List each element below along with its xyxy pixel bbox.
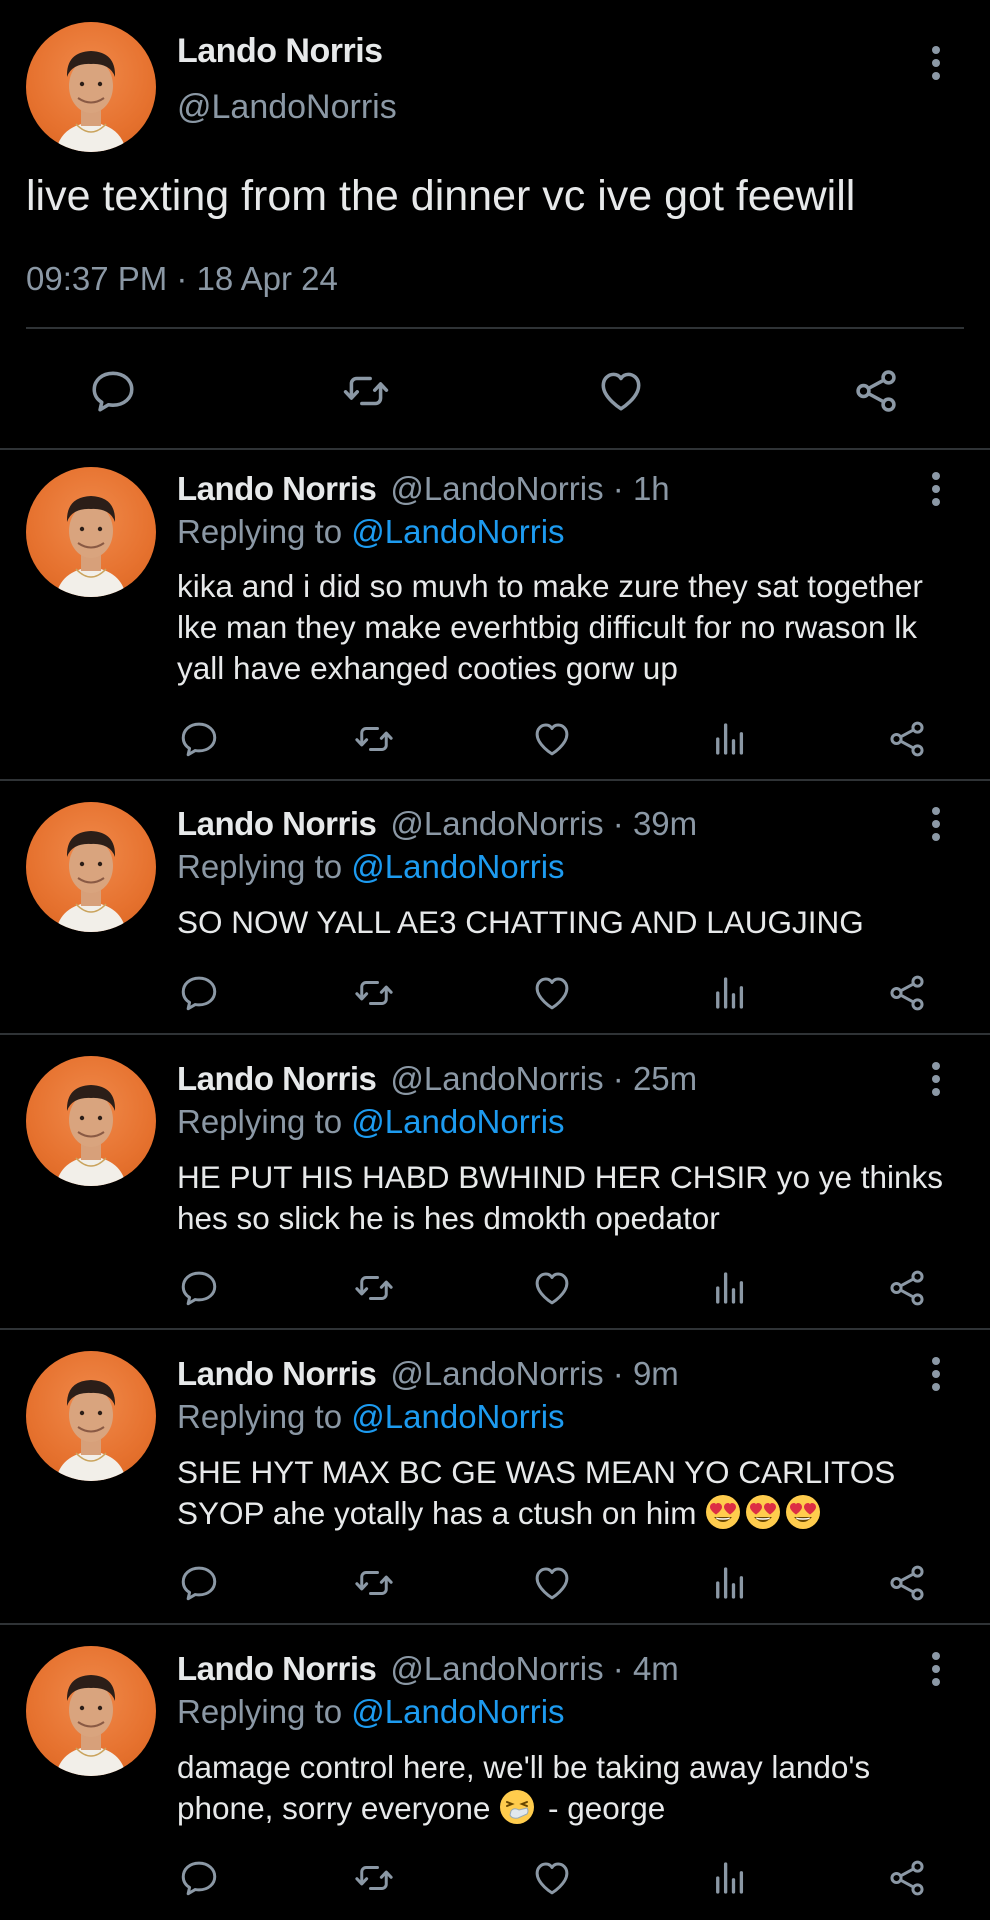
avatar[interactable] xyxy=(26,1646,156,1776)
mention-link[interactable]: @LandoNorris xyxy=(351,513,564,550)
mention-link[interactable]: @LandoNorris xyxy=(351,1693,564,1730)
reply-icon[interactable] xyxy=(178,1562,220,1604)
reply-text: HE PUT HIS HABD BWHIND HER CHSIR yo ye t… xyxy=(177,1159,944,1236)
heart-eyes-emoji xyxy=(785,1494,821,1530)
divider xyxy=(26,327,964,329)
heart-eyes-emoji xyxy=(705,1494,741,1530)
divider xyxy=(0,1033,990,1035)
retweet-icon[interactable] xyxy=(341,366,391,416)
replying-label: Replying to xyxy=(177,1398,343,1435)
retweet-icon[interactable] xyxy=(353,1562,395,1604)
author-handle-time[interactable]: @LandoNorris · 9m xyxy=(390,1355,678,1392)
avatar[interactable] xyxy=(26,802,156,932)
avatar[interactable] xyxy=(26,22,156,152)
divider xyxy=(0,779,990,781)
share-icon[interactable] xyxy=(886,1562,928,1604)
retweet-icon[interactable] xyxy=(353,1857,395,1899)
author-name[interactable]: Lando Norris xyxy=(177,1355,377,1392)
mention-link[interactable]: @LandoNorris xyxy=(351,1103,564,1140)
reply-text: SHE HYT MAX BC GE WAS MEAN YO CARLITOS S… xyxy=(177,1452,967,1534)
replying-label: Replying to xyxy=(177,848,343,885)
like-icon[interactable] xyxy=(596,366,646,416)
share-icon[interactable] xyxy=(851,366,901,416)
replying-label: Replying to xyxy=(177,513,343,550)
share-icon[interactable] xyxy=(886,1267,928,1309)
author-name[interactable]: Lando Norris xyxy=(177,32,383,71)
reply-text: damage control here, we'll be taking awa… xyxy=(177,1747,967,1829)
mention-link[interactable]: @LandoNorris xyxy=(351,1398,564,1435)
avatar[interactable] xyxy=(26,1351,156,1481)
tweet-timestamp: 09:37 PM · 18 Apr 24 xyxy=(26,260,338,297)
reply-icon[interactable] xyxy=(178,1267,220,1309)
author-name[interactable]: Lando Norris xyxy=(177,805,377,842)
reply-text-signoff: - george xyxy=(539,1790,666,1826)
more-icon[interactable] xyxy=(931,1062,941,1096)
like-icon[interactable] xyxy=(531,1857,573,1899)
avatar-image xyxy=(26,1351,156,1481)
reply-icon[interactable] xyxy=(88,366,138,416)
replying-label: Replying to xyxy=(177,1103,343,1140)
divider xyxy=(0,1328,990,1330)
views-icon[interactable] xyxy=(709,718,751,760)
more-icon[interactable] xyxy=(931,472,941,506)
reply-text: kika and i did so muvh to make zure they… xyxy=(177,568,923,686)
author-handle-time[interactable]: @LandoNorris · 4m xyxy=(390,1650,678,1687)
like-icon[interactable] xyxy=(531,1267,573,1309)
avatar-image xyxy=(26,22,156,152)
author-handle-time[interactable]: @LandoNorris · 1h xyxy=(390,470,669,507)
author-handle-time[interactable]: @LandoNorris · 25m xyxy=(390,1060,697,1097)
reply-text: SO NOW YALL AE3 CHATTING AND LAUGJING xyxy=(177,904,864,940)
retweet-icon[interactable] xyxy=(353,1267,395,1309)
replying-label: Replying to xyxy=(177,1693,343,1730)
reply-icon[interactable] xyxy=(178,718,220,760)
reply-icon[interactable] xyxy=(178,1857,220,1899)
tweet-text: live texting from the dinner vc ive got … xyxy=(26,172,856,220)
share-icon[interactable] xyxy=(886,972,928,1014)
like-icon[interactable] xyxy=(531,1562,573,1604)
avatar[interactable] xyxy=(26,1056,156,1186)
author-name[interactable]: Lando Norris xyxy=(177,1060,377,1097)
divider xyxy=(0,1623,990,1625)
more-icon[interactable] xyxy=(931,46,941,80)
avatar-image xyxy=(26,1056,156,1186)
sneezing-face-emoji xyxy=(499,1789,535,1825)
views-icon[interactable] xyxy=(709,1857,751,1899)
share-icon[interactable] xyxy=(886,718,928,760)
divider xyxy=(0,448,990,450)
more-icon[interactable] xyxy=(931,1652,941,1686)
heart-eyes-emoji xyxy=(745,1494,781,1530)
reply-icon[interactable] xyxy=(178,972,220,1014)
mention-link[interactable]: @LandoNorris xyxy=(351,848,564,885)
like-icon[interactable] xyxy=(531,718,573,760)
author-name[interactable]: Lando Norris xyxy=(177,470,377,507)
retweet-icon[interactable] xyxy=(353,718,395,760)
author-handle-time[interactable]: @LandoNorris · 39m xyxy=(390,805,697,842)
avatar-image xyxy=(26,1646,156,1776)
author-handle[interactable]: @LandoNorris xyxy=(177,88,397,127)
views-icon[interactable] xyxy=(709,1267,751,1309)
more-icon[interactable] xyxy=(931,1357,941,1391)
views-icon[interactable] xyxy=(709,1562,751,1604)
like-icon[interactable] xyxy=(531,972,573,1014)
avatar-image xyxy=(26,802,156,932)
views-icon[interactable] xyxy=(709,972,751,1014)
author-name[interactable]: Lando Norris xyxy=(177,1650,377,1687)
avatar[interactable] xyxy=(26,467,156,597)
avatar-image xyxy=(26,467,156,597)
more-icon[interactable] xyxy=(931,807,941,841)
retweet-icon[interactable] xyxy=(353,972,395,1014)
share-icon[interactable] xyxy=(886,1857,928,1899)
